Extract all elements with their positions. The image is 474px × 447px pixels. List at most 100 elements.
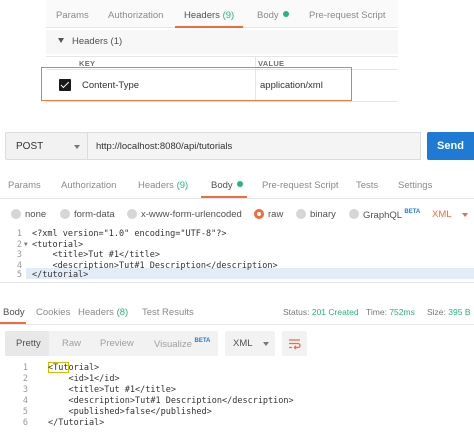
response-body-viewer[interactable]: 1 <Tutorial> 2 <id>1</id> 3 <title>Tut #…	[0, 360, 474, 440]
view-pretty-button[interactable]: Pretty	[16, 338, 41, 349]
top-tab-bar: Params Authorization Headers (9) Body Pr…	[46, 0, 398, 28]
tab-body-label: Body	[211, 180, 233, 191]
radio-urlencoded[interactable]	[127, 209, 137, 219]
code-line: </tutorial>	[32, 270, 89, 280]
request-body-editor[interactable]: 1 <?xml version="1.0" encoding="UTF-8"?>…	[0, 227, 474, 281]
code-line: <?xml version="1.0" encoding="UTF-8"?>	[32, 229, 227, 239]
tab-settings[interactable]: Settings	[398, 180, 432, 191]
request-tab-bar: Params Authorization Headers (9) Body Pr…	[0, 172, 474, 198]
line-number: 5	[16, 270, 22, 280]
time-label: Time:	[366, 307, 387, 317]
code-line: <title>Tut #1</title>	[48, 385, 176, 395]
code-line: </Tutorial>	[48, 418, 105, 428]
radio-graphql-label: GraphQL BETA	[363, 209, 420, 221]
response-tab-body[interactable]: Body	[3, 307, 25, 318]
code-line: <Tutorial>	[48, 363, 100, 373]
status-value: 201 Created	[311, 307, 359, 317]
line-number: 2	[16, 239, 22, 250]
line-number: 4	[22, 396, 28, 406]
code-line: <description>Tut#1 Description</descript…	[48, 396, 294, 406]
top-tab-headers[interactable]: Headers (9)	[184, 0, 234, 28]
tab-body[interactable]: Body	[211, 180, 243, 191]
headers-section-header[interactable]: Headers (1)	[46, 30, 398, 54]
time-value: 752ms	[389, 307, 415, 317]
response-format-label: XML	[233, 338, 253, 349]
wrap-lines-button[interactable]	[282, 331, 307, 356]
url-input[interactable]: http://localhost:8080/api/tutorials	[88, 132, 421, 160]
view-preview-button[interactable]: Preview	[100, 338, 134, 349]
response-tab-headers-label: Headers	[78, 307, 114, 318]
top-tab-body[interactable]: Body	[257, 0, 289, 28]
tab-pre-request-script[interactable]: Pre-request Script	[262, 180, 339, 191]
caret-down-icon	[58, 38, 64, 43]
body-indicator-dot	[282, 11, 289, 17]
radio-raw-label: raw	[268, 209, 284, 220]
top-tab-headers-count: (9)	[222, 10, 235, 21]
beta-badge: BETA	[404, 209, 421, 215]
chevron-down-icon	[263, 342, 269, 346]
code-line: <id>1</id>	[48, 374, 120, 384]
code-line: <tutorial>	[32, 239, 84, 250]
fold-caret-icon[interactable]: ▼	[24, 241, 28, 248]
line-number: 3	[16, 250, 22, 260]
top-tab-headers-label: Headers	[184, 10, 220, 21]
top-tab-pre-request-script[interactable]: Pre-request Script	[309, 0, 386, 28]
chevron-down-icon	[74, 145, 80, 149]
response-tab-test-results[interactable]: Test Results	[142, 307, 194, 318]
headers-section-title: Headers (1)	[72, 36, 123, 47]
radio-form-data[interactable]	[60, 209, 70, 219]
send-button[interactable]: Send	[427, 132, 474, 160]
response-tab-headers-count: (8)	[116, 307, 129, 318]
line-number: 3	[22, 385, 28, 395]
divider	[0, 324, 474, 325]
radio-urlencoded-label: x-www-form-urlencoded	[141, 209, 242, 220]
body-indicator-dot	[236, 181, 243, 187]
tab-authorization[interactable]: Authorization	[61, 180, 116, 191]
tab-headers-count: (9)	[176, 180, 189, 191]
code-line: <description>Tut#1 Description</descript…	[32, 260, 278, 271]
status-label: Status:	[283, 307, 310, 317]
line-number: 2	[22, 374, 28, 384]
visualize-label: Visualize	[154, 339, 192, 350]
method-label: POST	[16, 141, 44, 152]
radio-graphql[interactable]	[349, 209, 359, 219]
header-key-cell[interactable]: Content-Type	[82, 80, 139, 91]
code-line: <title>Tut #1</title>	[32, 250, 160, 260]
header-enabled-checkbox[interactable]	[59, 79, 71, 91]
line-number: 1	[16, 229, 22, 239]
top-tab-authorization[interactable]: Authorization	[108, 0, 163, 28]
url-text: http://localhost:8080/api/tutorials	[96, 141, 233, 152]
view-visualize-button[interactable]: Visualize BETA	[154, 338, 210, 350]
tab-headers[interactable]: Headers (9)	[138, 180, 188, 191]
radio-none-label: none	[25, 209, 47, 220]
radio-binary[interactable]	[296, 209, 306, 219]
code-line: <published>false</published>	[48, 407, 212, 417]
response-format-select[interactable]: XML	[225, 331, 275, 356]
radio-raw[interactable]	[254, 209, 264, 219]
status-readout: Status: 201 Created	[283, 307, 359, 317]
top-tab-params[interactable]: Params	[56, 0, 89, 28]
header-value-cell[interactable]: application/xml	[260, 80, 323, 91]
radio-form-data-label: form-data	[74, 209, 115, 220]
line-number: 6	[22, 418, 28, 428]
size-label: Size:	[427, 307, 446, 317]
tab-params[interactable]: Params	[8, 180, 41, 191]
response-tab-headers[interactable]: Headers (8)	[78, 307, 128, 318]
response-tab-cookies[interactable]: Cookies	[36, 307, 70, 318]
tab-headers-label: Headers	[138, 180, 174, 191]
radio-binary-label: binary	[310, 209, 336, 220]
chevron-down-icon	[462, 213, 468, 217]
graphql-label-text: GraphQL	[363, 210, 402, 221]
radio-none[interactable]	[11, 209, 21, 219]
top-tab-active-indicator	[175, 26, 243, 28]
line-number: 1	[22, 363, 28, 373]
time-readout: Time: 752ms	[366, 307, 415, 317]
tab-tests[interactable]: Tests	[356, 180, 378, 191]
wrap-lines-icon	[289, 339, 301, 350]
view-raw-button[interactable]: Raw	[62, 338, 81, 349]
body-format-select[interactable]: XML	[432, 209, 452, 220]
size-value: 395 B	[448, 307, 471, 317]
method-select[interactable]: POST	[5, 132, 88, 160]
divider	[0, 198, 474, 199]
line-number: 4	[16, 260, 22, 271]
